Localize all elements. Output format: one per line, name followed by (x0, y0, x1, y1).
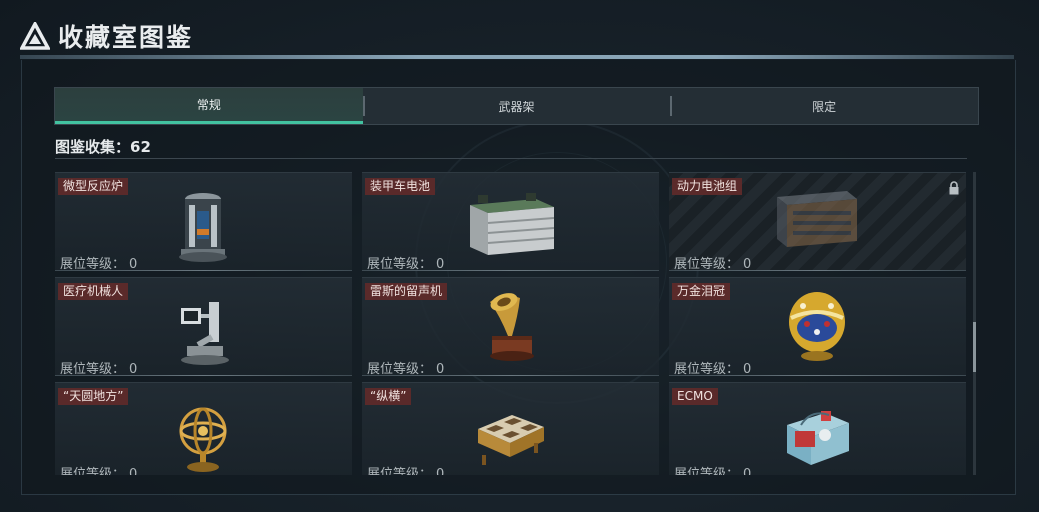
item-name: 装甲车电池 (365, 178, 436, 195)
booth-level: 展位等级： 0 (60, 467, 138, 475)
item-name: 雷斯的留声机 (365, 283, 448, 300)
item-card-armillary[interactable]: “天圆地方” 展位等级： 0 (55, 382, 352, 475)
tab-regular[interactable]: 常规 (55, 88, 363, 124)
battery-icon (470, 193, 555, 255)
armillary-sphere-icon (179, 407, 227, 472)
title-divider (20, 55, 1014, 59)
booth-level: 展位等级： 0 (367, 362, 445, 377)
collection-count: 图鉴收集：62 (55, 138, 151, 156)
booth-level: 展位等级： 0 (367, 467, 445, 475)
jeweled-egg-icon (789, 292, 845, 361)
grid-scrollbar-thumb[interactable] (973, 322, 976, 372)
item-card-gramophone[interactable]: 雷斯的留声机 展位等级： 0 (362, 277, 659, 377)
lock-icon (949, 181, 959, 195)
tab-limited[interactable]: 限定 (670, 88, 978, 124)
ecmo-machine-icon (787, 411, 849, 465)
gramophone-icon (490, 293, 534, 361)
category-tabs: 常规 武器架 限定 (54, 87, 979, 125)
item-name: ECMO (672, 388, 718, 405)
item-card-chess[interactable]: “纵横” 展位等级： 0 (362, 382, 659, 475)
item-card-armored-car-battery[interactable]: 装甲车电池 展位等级： 0 (362, 172, 659, 272)
item-card-medical-robot[interactable]: 医疗机械人 展位等级： 0 (55, 277, 352, 377)
item-name: 动力电池组 (672, 178, 743, 195)
tab-weapon-rack[interactable]: 武器架 (362, 88, 671, 124)
item-card-micro-reactor[interactable]: 微型反应炉 展位等级： 0 (55, 172, 352, 272)
item-name: “纵横” (365, 388, 412, 405)
triangle-logo-icon (20, 22, 50, 50)
booth-level: 展位等级： 0 (674, 362, 752, 377)
collection-room-screen: 收藏室图鉴 常规 武器架 限定 图鉴收集：62 微型反应炉 展位等级： 0 装甲… (0, 0, 1039, 512)
item-card-power-battery-pack[interactable]: 动力电池组 展位等级： 0 (669, 172, 966, 272)
item-name: 万金泪冠 (672, 283, 731, 300)
reactor-icon (179, 193, 227, 262)
booth-level: 展位等级： 0 (367, 257, 445, 272)
item-name: 医疗机械人 (58, 283, 129, 300)
medical-robot-icon (181, 302, 229, 365)
chessboard-icon (478, 415, 544, 465)
booth-level: 展位等级： 0 (60, 257, 138, 272)
booth-level: 展位等级： 0 (674, 467, 752, 475)
item-name: 微型反应炉 (58, 178, 129, 195)
battery-pack-icon (777, 191, 857, 247)
item-card-ecmo[interactable]: ECMO 展位等级： 0 (669, 382, 966, 475)
count-divider (55, 158, 967, 159)
item-grid: 微型反应炉 展位等级： 0 装甲车电池 展位等级： 0 动力电池组 展位等级： … (55, 172, 967, 475)
title-bar: 收藏室图鉴 (20, 18, 193, 54)
item-name: “天圆地方” (58, 388, 129, 405)
booth-level: 展位等级： 0 (674, 257, 752, 272)
booth-level: 展位等级： 0 (60, 362, 138, 377)
item-card-jeweled-crown[interactable]: 万金泪冠 展位等级： 0 (669, 277, 966, 377)
page-title: 收藏室图鉴 (58, 23, 194, 52)
